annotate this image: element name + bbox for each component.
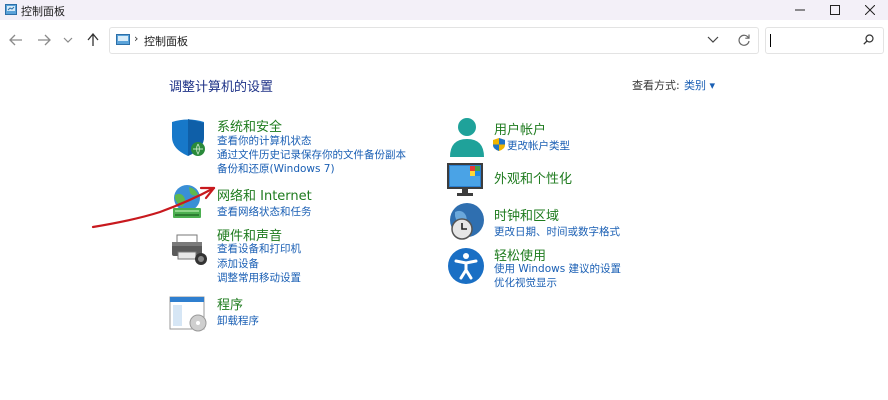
annotation-arrow xyxy=(91,186,216,229)
